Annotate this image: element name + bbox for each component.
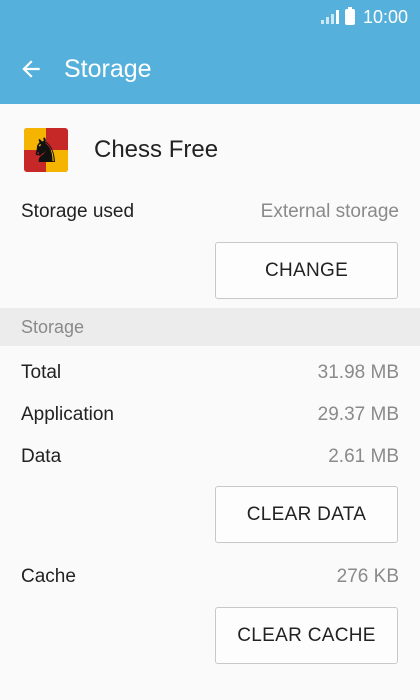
chess-knight-icon: ♞ xyxy=(24,128,68,172)
total-value: 31.98 MB xyxy=(317,362,399,383)
storage-row-total: Total 31.98 MB xyxy=(0,352,420,394)
data-value: 2.61 MB xyxy=(328,446,399,467)
app-header: ♞ Chess Free xyxy=(0,104,420,196)
status-bar: 10:00 xyxy=(0,0,420,34)
storage-used-row: Storage used External storage xyxy=(0,196,420,228)
cache-row: Cache 276 KB xyxy=(0,561,420,593)
back-arrow-icon[interactable] xyxy=(18,56,44,82)
storage-used-value: External storage xyxy=(260,201,399,222)
cache-value: 276 KB xyxy=(336,566,399,587)
app-name: Chess Free xyxy=(94,136,219,163)
application-value: 29.37 MB xyxy=(317,404,399,425)
storage-used-label: Storage used xyxy=(21,201,135,222)
signal-icon xyxy=(320,10,339,24)
change-button[interactable]: CHANGE xyxy=(215,242,398,299)
battery-icon xyxy=(344,7,355,25)
total-label: Total xyxy=(21,362,62,383)
application-label: Application xyxy=(21,404,114,425)
storage-row-data: Data 2.61 MB xyxy=(0,436,420,478)
app-bar: Storage xyxy=(0,34,420,104)
storage-section-header: Storage xyxy=(0,308,420,346)
storage-row-application: Application 29.37 MB xyxy=(0,394,420,436)
page-title: Storage xyxy=(64,54,152,83)
clear-cache-button[interactable]: CLEAR CACHE xyxy=(215,607,398,664)
status-time: 10:00 xyxy=(362,6,408,27)
data-label: Data xyxy=(21,446,62,467)
cache-label: Cache xyxy=(21,566,76,587)
clear-data-button[interactable]: CLEAR DATA xyxy=(215,486,398,543)
